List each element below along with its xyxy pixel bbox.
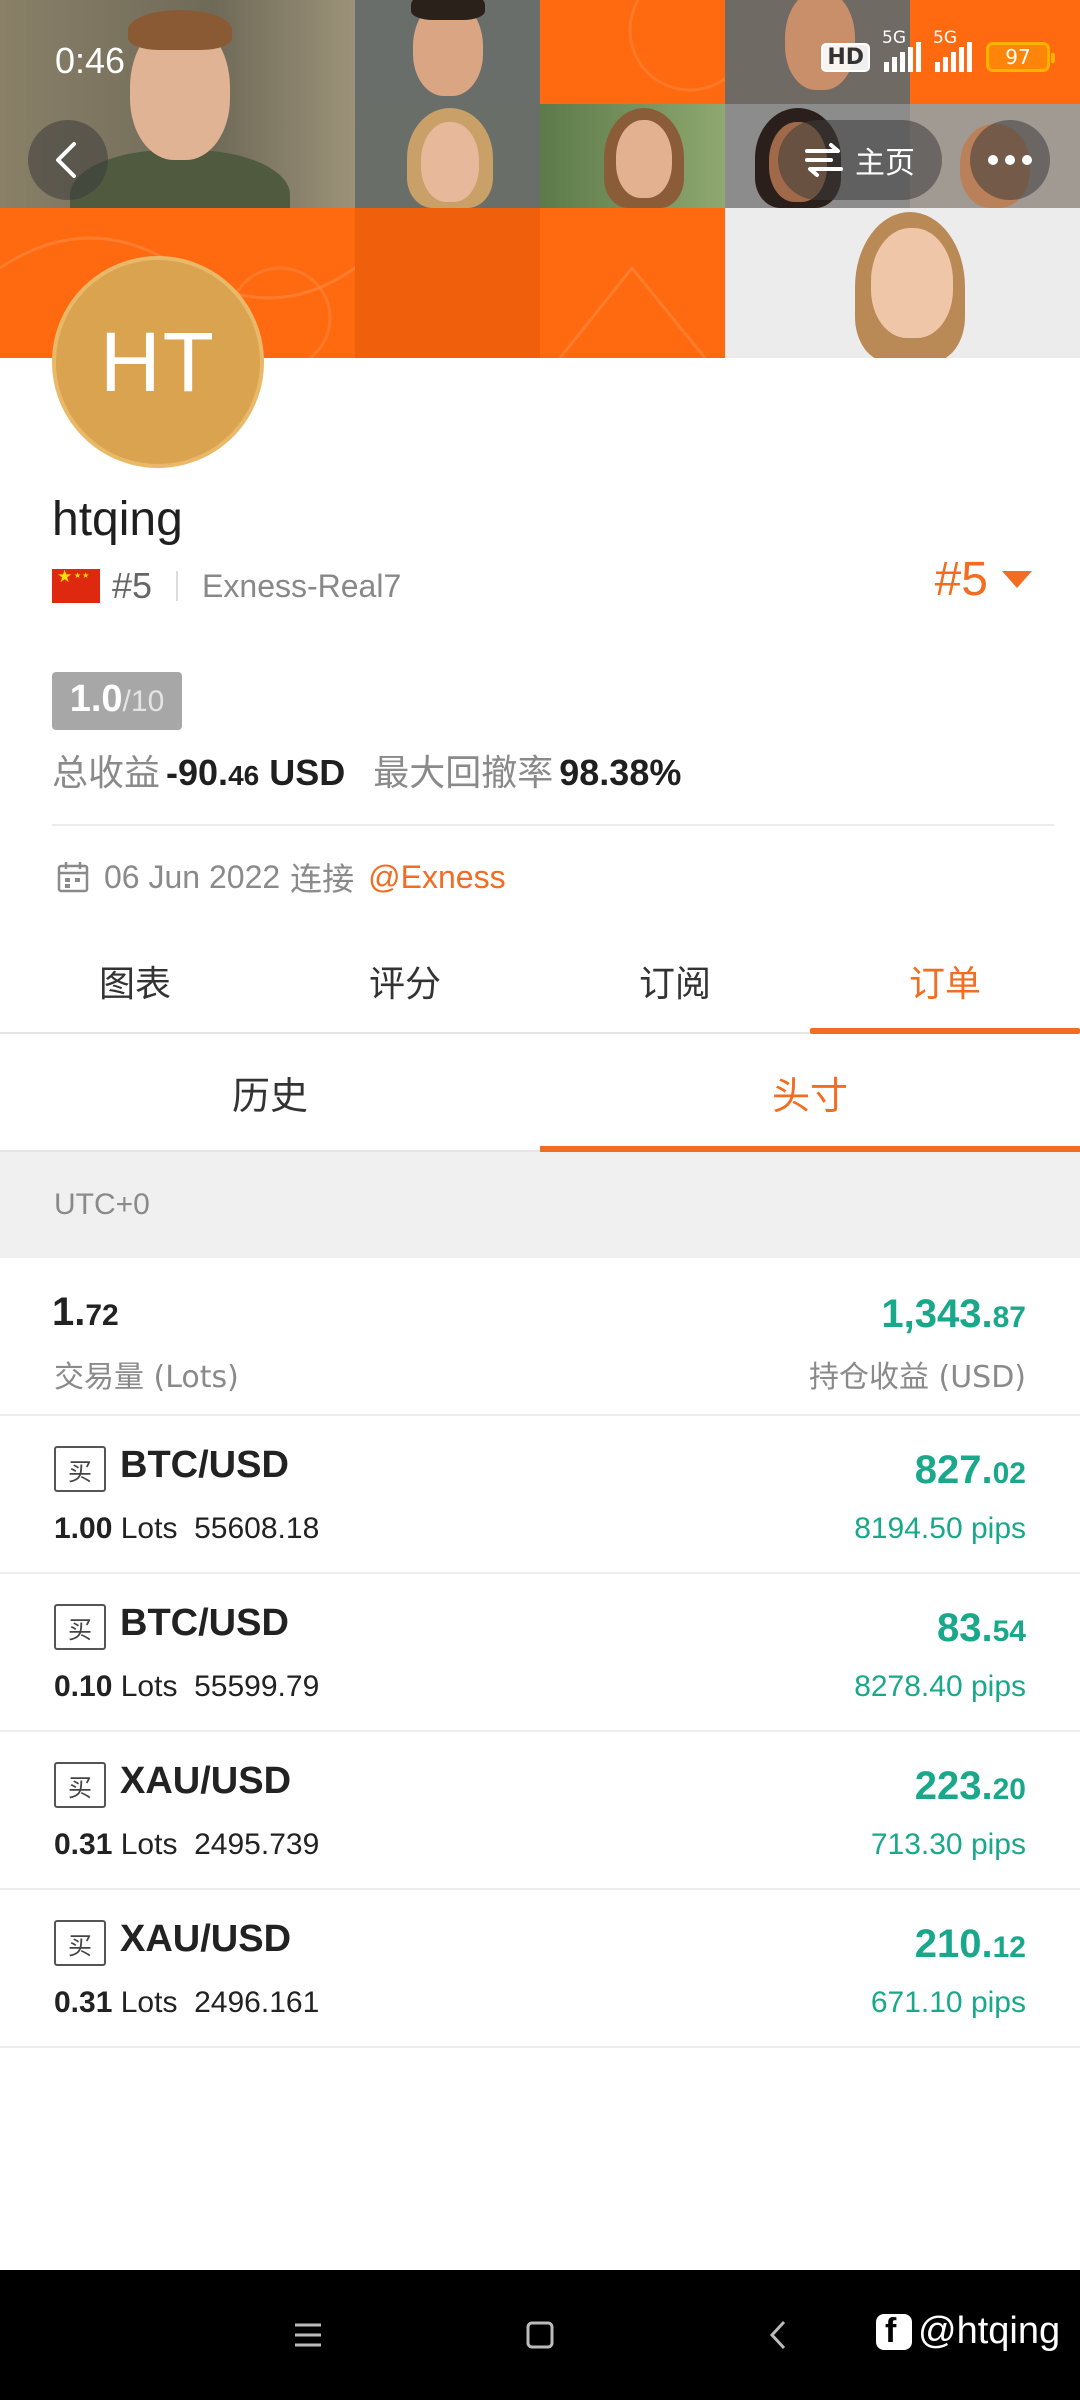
positions-summary: 1.72 交易量 (Lots) 1,343.87 持仓收益 (USD) xyxy=(0,1258,1080,1416)
position-pips: 713.30 pips xyxy=(870,1828,1026,1861)
home-button-label: 主页 xyxy=(855,146,915,181)
score-badge: 1.0 /10 xyxy=(52,672,182,730)
status-bar: 0:46 HD 5G 5G 97 xyxy=(0,0,1080,120)
back-button[interactable] xyxy=(28,120,108,200)
position-symbol: BTC/USD xyxy=(120,1444,289,1486)
calendar-icon xyxy=(57,862,89,893)
main-tabs: 图表 评分 订阅 订单 xyxy=(0,930,1080,1034)
open-profit-label: 持仓收益 (USD) xyxy=(808,1360,1026,1395)
hd-icon: HD xyxy=(821,42,870,72)
home-square-icon xyxy=(526,2321,554,2349)
positions-list: 买 BTC/USD 1.00 Lots 55608.18 827.02 8194… xyxy=(0,1416,1080,2048)
position-detail: 1.00 Lots 55608.18 xyxy=(54,1512,320,1545)
position-symbol: XAU/USD xyxy=(120,1760,292,1802)
watermark-text: @htqing xyxy=(918,2310,1061,2352)
total-volume-label: 交易量 (Lots) xyxy=(54,1360,239,1395)
position-pips: 8278.40 pips xyxy=(854,1670,1026,1703)
position-symbol: XAU/USD xyxy=(120,1918,292,1960)
meta-divider xyxy=(176,571,179,601)
watermark: @htqing xyxy=(876,2310,1060,2353)
position-symbol: BTC/USD xyxy=(120,1602,289,1644)
back-triangle-icon xyxy=(769,2320,786,2350)
tab-subscribe[interactable]: 订阅 xyxy=(540,930,810,1032)
more-button[interactable] xyxy=(970,120,1050,200)
total-profit-label: 总收益 xyxy=(52,752,161,793)
position-row[interactable]: 买 XAU/USD 0.31 Lots 2496.161 210.12 671.… xyxy=(0,1890,1080,2048)
nav-menu-button[interactable] xyxy=(278,2305,338,2365)
tab-rating[interactable]: 评分 xyxy=(270,930,540,1032)
tab-history[interactable]: 历史 xyxy=(0,1034,540,1150)
swap-arrows-icon xyxy=(805,143,843,177)
avatar[interactable]: HT xyxy=(52,256,264,468)
max-drawdown-label: 最大回撤率 xyxy=(373,752,554,793)
rank-dropdown[interactable]: #5 xyxy=(935,552,1032,607)
connect-label: 连接 xyxy=(290,861,355,897)
network-type-label: 5G xyxy=(933,28,957,48)
banner-tile xyxy=(540,208,725,358)
triangle-down-icon xyxy=(1002,571,1032,588)
connect-row: 06 Jun 2022 连接 @Exness xyxy=(56,854,506,900)
stats-row: 总收益 -90.46 USD 最大回撤率 98.38% xyxy=(52,744,681,796)
position-detail: 0.31 Lots 2496.161 xyxy=(54,1986,320,2019)
score-value: 1.0 xyxy=(69,678,123,720)
tab-orders[interactable]: 订单 xyxy=(810,930,1080,1034)
status-icons: HD 5G 5G 97 xyxy=(821,28,1055,72)
connect-date: 06 Jun 2022 xyxy=(104,858,281,895)
position-detail: 0.10 Lots 55599.79 xyxy=(54,1670,320,1703)
timezone-label: UTC+0 xyxy=(54,1188,150,1221)
nav-home-button[interactable] xyxy=(510,2305,570,2365)
total-volume: 1.72 xyxy=(52,1290,119,1334)
status-time: 0:46 xyxy=(55,40,126,81)
menu-icon xyxy=(295,2323,321,2347)
position-profit: 210.12 xyxy=(914,1922,1026,1966)
broker-link[interactable]: @Exness xyxy=(368,859,505,896)
buy-badge: 买 xyxy=(54,1762,106,1808)
nav-back-button[interactable] xyxy=(748,2305,808,2365)
rank-dropdown-label: #5 xyxy=(934,553,988,606)
position-row[interactable]: 买 XAU/USD 0.31 Lots 2495.739 223.20 713.… xyxy=(0,1732,1080,1890)
max-drawdown-value: 98.38% xyxy=(559,752,682,793)
signal-icon: 5G xyxy=(882,28,921,72)
position-profit: 827.02 xyxy=(914,1448,1026,1492)
open-profit: 1,343.87 xyxy=(881,1292,1026,1336)
more-dots-icon xyxy=(988,155,998,165)
position-row[interactable]: 买 BTC/USD 0.10 Lots 55599.79 83.54 8278.… xyxy=(0,1574,1080,1732)
timezone-bar: UTC+0 xyxy=(0,1152,1080,1258)
score-denominator: /10 xyxy=(122,685,165,718)
home-button[interactable]: 主页 xyxy=(778,120,942,200)
total-profit-value: -90.46 USD xyxy=(166,752,346,793)
chevron-left-icon xyxy=(56,142,76,178)
signal-icon: 5G xyxy=(933,28,972,72)
username: htqing xyxy=(52,493,183,546)
network-type-label: 5G xyxy=(882,28,906,48)
rank-label: #5 xyxy=(112,565,153,606)
banner-photo-woman-smile xyxy=(725,208,1080,358)
position-detail: 0.31 Lots 2495.739 xyxy=(54,1828,320,1861)
position-profit: 83.54 xyxy=(937,1606,1026,1650)
facebook-icon xyxy=(876,2312,912,2351)
profile-meta-row: #5 Exness-Real7 xyxy=(52,564,401,608)
buy-badge: 买 xyxy=(54,1920,106,1966)
buy-badge: 买 xyxy=(54,1446,106,1492)
battery-icon: 97 xyxy=(986,42,1055,72)
china-flag-icon xyxy=(52,567,100,603)
position-profit: 223.20 xyxy=(914,1764,1026,1808)
tab-chart[interactable]: 图表 xyxy=(0,930,270,1032)
position-pips: 671.10 pips xyxy=(870,1986,1026,2019)
position-pips: 8194.50 pips xyxy=(854,1512,1026,1545)
buy-badge: 买 xyxy=(54,1604,106,1650)
divider xyxy=(52,824,1054,826)
position-row[interactable]: 买 BTC/USD 1.00 Lots 55608.18 827.02 8194… xyxy=(0,1416,1080,1574)
tab-positions[interactable]: 头寸 xyxy=(540,1034,1080,1152)
sub-tabs: 历史 头寸 xyxy=(0,1034,1080,1152)
server-name: Exness-Real7 xyxy=(202,567,402,604)
banner-tile xyxy=(355,208,540,358)
